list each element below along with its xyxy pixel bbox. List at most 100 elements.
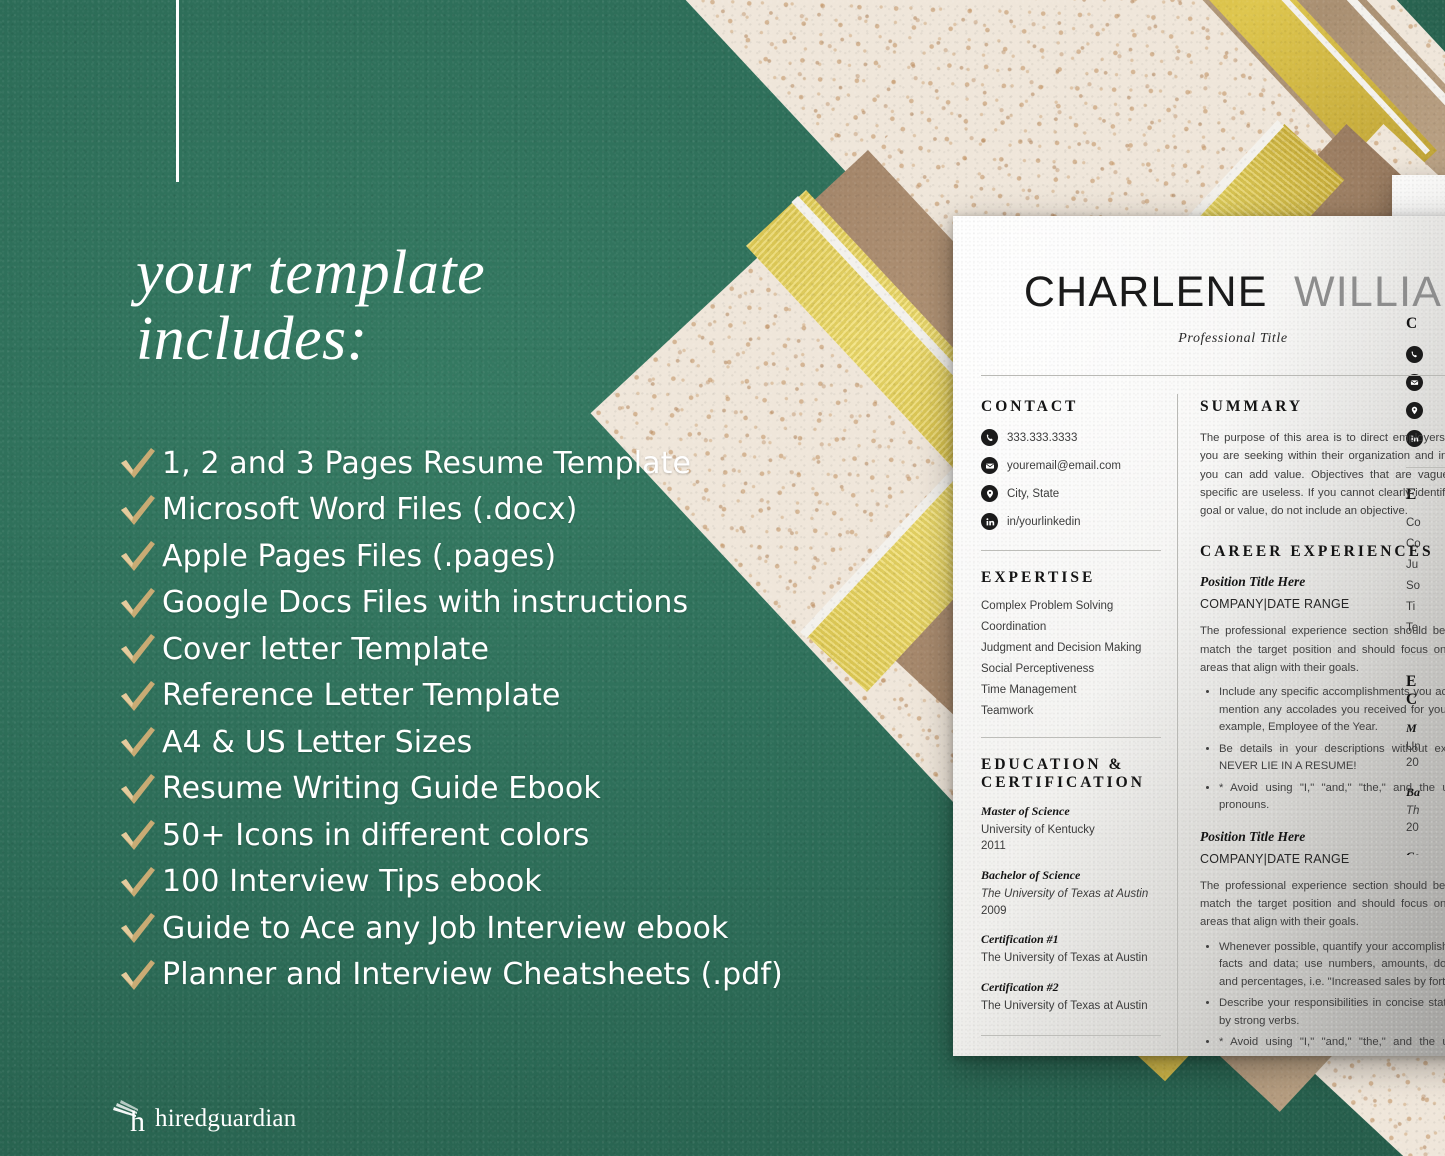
- check-mark-icon: [118, 725, 162, 759]
- headline-line-1: your template: [136, 239, 486, 307]
- job-bullet: Include any specific accomplishments you…: [1219, 684, 1445, 737]
- job-bullets: Include any specific accomplishments you…: [1200, 684, 1445, 815]
- left-divider-1: [981, 550, 1161, 551]
- education-entry: Master of Science University of Kentucky…: [981, 804, 1161, 855]
- job-bullet: * Avoid using "I," "and," "the," and the…: [1219, 780, 1445, 815]
- summary-heading: SUMMARY: [1200, 398, 1304, 415]
- contact-value: City, State: [1007, 487, 1060, 500]
- job-bullets: Whenever possible, quantify your accompl…: [1200, 939, 1445, 1056]
- expertise-item: Coordination: [981, 621, 1047, 633]
- list-item: Resume Writing Guide Ebook: [118, 766, 918, 813]
- education-title: Master of Science: [981, 803, 1070, 818]
- contact-value: youremail@email.com: [1007, 459, 1121, 472]
- resume-left-column: CONTACT 333.333.3333 youremail@email.com: [953, 376, 1177, 1056]
- contact-row-location: City, State: [981, 485, 1161, 502]
- list-item-label: Resume Writing Guide Ebook: [162, 771, 601, 807]
- list-item: Google Docs Files with instructions: [118, 580, 918, 627]
- check-mark-icon: [118, 911, 162, 945]
- education-heading-line-2: CERTIFICATION: [981, 774, 1145, 792]
- linkedin-icon: [981, 513, 998, 530]
- resume-name-last: WILLIA: [1293, 268, 1443, 316]
- resume-name: CHARLENE WILLIA: [953, 216, 1445, 317]
- poster-canvas: your template includes: 1, 2 and 3 Pages…: [0, 0, 1445, 1156]
- contact-row-email: youremail@email.com: [981, 457, 1161, 474]
- list-item: Reference Letter Template: [118, 673, 918, 720]
- education-school: The University of Texas at Austin: [981, 887, 1149, 900]
- resume-document-front[interactable]: CHARLENE WILLIA Professional Title CONTA…: [953, 216, 1445, 1056]
- list-item: Cover letter Template: [118, 626, 918, 673]
- list-item-label: A4 & US Letter Sizes: [162, 724, 473, 760]
- list-item-label: Cover letter Template: [162, 631, 490, 667]
- achievement-heading: ACHIEVEMENT: [981, 1054, 1161, 1056]
- page-title: your template includes:: [136, 242, 485, 375]
- resume-columns: CONTACT 333.333.3333 youremail@email.com: [953, 376, 1445, 1056]
- job-bullet: Whenever possible, quantify your accompl…: [1219, 939, 1445, 992]
- winged-h-icon: h: [112, 1098, 154, 1138]
- left-divider-3: [981, 1034, 1161, 1036]
- job-title: Position Title Here: [1200, 828, 1306, 844]
- list-item: Guide to Ace any Job Interview ebook: [118, 905, 918, 952]
- accent-vertical-line: [176, 0, 179, 182]
- list-item: 50+ Icons in different colors: [118, 812, 918, 859]
- education-title: Bachelor of Science: [981, 867, 1081, 882]
- svg-text:h: h: [130, 1105, 145, 1134]
- resume-name-first: CHARLENE: [1023, 268, 1268, 316]
- location-pin-icon: [981, 485, 998, 502]
- check-mark-icon: [118, 446, 162, 480]
- education-title: Certification #1: [981, 932, 1059, 947]
- career-job: Position Title Here COMPANY|DATE RANGE T…: [1200, 574, 1445, 814]
- email-icon: [981, 457, 998, 474]
- list-item-label: 1, 2 and 3 Pages Resume Template: [162, 445, 692, 481]
- education-year: 2011: [981, 840, 1006, 853]
- job-paragraph: The professional experience section shou…: [1200, 879, 1445, 929]
- feature-checklist: 1, 2 and 3 Pages Resume Template Microso…: [118, 440, 918, 998]
- education-entry: Certification #2 The University of Texas…: [981, 980, 1161, 1015]
- expertise-item: Social Perceptiveness: [981, 663, 1095, 675]
- list-item: 1, 2 and 3 Pages Resume Template: [118, 440, 918, 487]
- check-mark-icon: [118, 772, 162, 806]
- headline-line-2: includes:: [136, 305, 368, 373]
- education-year: 2009: [981, 904, 1007, 917]
- resume-right-column: SUMMARY The purpose of this area is to d…: [1178, 376, 1445, 1056]
- contact-value: in/yourlinkedin: [1007, 515, 1081, 528]
- list-item-label: Guide to Ace any Job Interview ebook: [162, 910, 729, 946]
- check-mark-icon: [118, 632, 162, 666]
- resume-professional-title: Professional Title: [1178, 331, 1288, 346]
- contact-value: 333.333.3333: [1007, 431, 1078, 444]
- list-item: Apple Pages Files (.pages): [118, 533, 918, 580]
- list-item-label: Microsoft Word Files (.docx): [162, 492, 578, 528]
- job-company: COMPANY|DATE RANGE: [1200, 597, 1350, 612]
- job-paragraph: The professional experience section shou…: [1200, 625, 1445, 675]
- education-school: The University of Texas at Austin: [981, 952, 1148, 965]
- phone-icon: [981, 429, 998, 446]
- education-entry: Certification #1 The University of Texas…: [981, 932, 1161, 967]
- expertise-heading: EXPERTISE: [981, 569, 1096, 586]
- contact-row-linkedin: in/yourlinkedin: [981, 513, 1161, 530]
- education-heading-line-1: EDUCATION &: [981, 756, 1125, 773]
- list-item-label: Planner and Interview Cheatsheets (.pdf): [162, 957, 783, 993]
- education-school: The University of Texas at Austin: [981, 999, 1148, 1012]
- education-title: Certification #2: [981, 979, 1059, 994]
- career-job: Position Title Here COMPANY|DATE RANGE T…: [1200, 829, 1445, 1056]
- career-heading: CAREER EXPERIENCES: [1200, 543, 1434, 561]
- education-school: University of Kentucky: [981, 823, 1095, 836]
- check-mark-icon: [118, 865, 162, 899]
- list-item: A4 & US Letter Sizes: [118, 719, 918, 766]
- check-mark-icon: [118, 818, 162, 852]
- job-bullet: Be details in your descriptions without …: [1219, 741, 1445, 776]
- list-item: Microsoft Word Files (.docx): [118, 487, 918, 534]
- list-item: 100 Interview Tips ebook: [118, 859, 918, 906]
- check-mark-icon: [118, 493, 162, 527]
- check-mark-icon: [118, 586, 162, 620]
- resume-content: CHARLENE WILLIA Professional Title CONTA…: [953, 216, 1445, 1056]
- expertise-item: Teamwork: [981, 705, 1034, 717]
- left-divider-2: [981, 737, 1161, 738]
- contact-row-phone: 333.333.3333: [981, 429, 1161, 446]
- summary-body: The purpose of this area is to direct em…: [1200, 432, 1445, 518]
- list-item-label: Reference Letter Template: [162, 678, 561, 714]
- job-bullet: * Avoid using "I," "and," "the," and the…: [1219, 1034, 1445, 1056]
- education-heading: EDUCATION & CERTIFICATION: [981, 756, 1161, 793]
- job-title: Position Title Here: [1200, 574, 1306, 590]
- list-item-label: Google Docs Files with instructions: [162, 585, 689, 621]
